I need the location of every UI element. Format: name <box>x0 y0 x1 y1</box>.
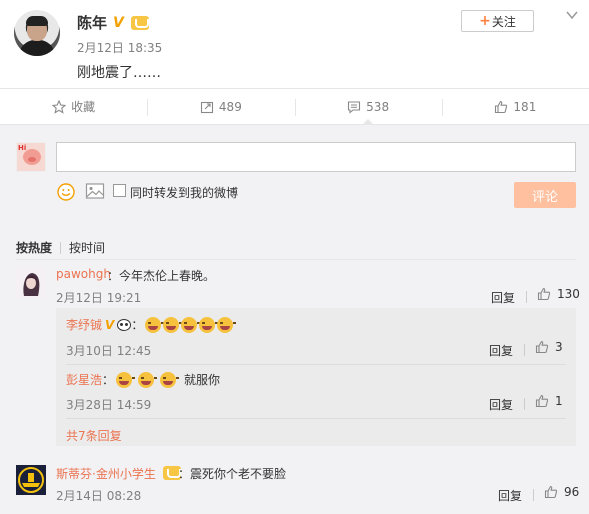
comment-time: 2月12日 19:21 <box>56 291 142 305</box>
laugh-emoji-icon <box>145 316 165 333</box>
post-text: 刚地震了…… <box>77 65 161 81</box>
comment-input[interactable] <box>56 142 576 172</box>
reply-like-button[interactable]: 3 <box>535 340 563 354</box>
more-replies-link[interactable]: 共7条回复 <box>66 427 122 444</box>
reply-line: 李纾铖 V ： <box>66 316 237 333</box>
sort-bar: 按热度 按时间 <box>16 239 105 256</box>
author-name[interactable]: 陈年 <box>77 12 107 33</box>
laugh-emoji-icon <box>163 316 183 333</box>
forward-icon <box>200 101 213 113</box>
commenter-name[interactable]: 斯蒂芬·金州小学生 <box>56 465 156 482</box>
laugh-emoji-icon <box>199 316 219 333</box>
forward-checkbox-label[interactable]: 同时转发到我的微博 <box>130 184 238 201</box>
favorite-button[interactable]: 收藏 <box>0 89 147 124</box>
sort-by-hot[interactable]: 按热度 <box>16 239 52 256</box>
forward-count: 489 <box>218 99 242 114</box>
reply-text: ： <box>131 318 144 332</box>
comment-button[interactable]: 538 <box>294 89 442 125</box>
comment-time: 2月14日 08:28 <box>56 489 142 503</box>
submit-comment-button[interactable]: 评论 <box>514 182 576 208</box>
thumb-up-icon <box>544 485 558 499</box>
laugh-emoji-icon <box>217 316 237 333</box>
divider <box>524 398 525 410</box>
sort-divider <box>60 241 62 254</box>
thumb-up-icon <box>537 287 551 301</box>
plus-icon: + <box>479 13 491 29</box>
forward-button[interactable]: 489 <box>147 89 294 124</box>
comment-text: ：震死你个老不要脸 <box>178 467 287 481</box>
post-header: 陈年 V 2月12日 18:35 刚地震了…… + 关注 <box>0 0 589 88</box>
follow-button[interactable]: + 关注 <box>461 10 534 32</box>
laugh-emoji-icon <box>138 371 158 388</box>
reply-button[interactable]: 回复 <box>489 342 513 359</box>
favorite-label: 收藏 <box>71 100 96 114</box>
laugh-emoji-icon <box>181 316 201 333</box>
thumb-up-icon <box>535 394 549 408</box>
reply-like-count: 3 <box>555 340 563 354</box>
comment-count: 538 <box>366 99 390 114</box>
star-icon <box>52 99 67 114</box>
comment-area: Hi 同时转发到我的微博 评论 按热度 按时间 pawohgh ：今年杰伦上春晚… <box>0 125 589 514</box>
verified-icon: V <box>113 14 124 31</box>
commenter-name[interactable]: pawohgh <box>56 267 111 281</box>
divider <box>66 418 566 419</box>
comment-like-button[interactable]: 130 <box>537 287 580 301</box>
sort-by-time[interactable]: 按时间 <box>69 239 105 256</box>
chevron-down-icon[interactable] <box>566 10 578 20</box>
comment-like-count: 130 <box>557 287 580 301</box>
divider <box>524 344 525 356</box>
divider <box>66 364 566 365</box>
forward-checkbox[interactable] <box>113 184 126 197</box>
divider <box>526 291 527 303</box>
reply-button[interactable]: 回复 <box>498 487 522 504</box>
action-bar: 收藏 489 538 181 <box>0 88 589 125</box>
replier-name[interactable]: 彭星浩 <box>66 371 102 388</box>
author-avatar[interactable] <box>14 10 60 56</box>
comment-text: ：今年杰伦上春晚。 <box>107 269 216 283</box>
author-line: 陈年 V <box>77 12 150 33</box>
reply-time: 3月10日 12:45 <box>66 344 152 358</box>
reply-button[interactable]: 回复 <box>489 396 513 413</box>
reply-text: 就服你 <box>184 373 221 387</box>
comment-like-count: 96 <box>564 485 580 499</box>
thumb-up-icon <box>495 100 508 113</box>
laugh-emoji-icon <box>160 371 180 388</box>
panda-icon <box>117 318 132 331</box>
commenter-avatar[interactable] <box>16 268 46 298</box>
post-time[interactable]: 2月12日 18:35 <box>77 39 162 56</box>
comment-like-button[interactable]: 96 <box>544 485 579 499</box>
divider <box>16 259 576 260</box>
follow-label: 关注 <box>491 14 516 29</box>
reply-like-button[interactable]: 1 <box>535 394 563 408</box>
replier-name[interactable]: 李纾铖 <box>66 316 102 333</box>
comment-icon <box>348 100 361 114</box>
reply-like-count: 1 <box>555 394 563 408</box>
divider <box>533 489 534 501</box>
thumb-up-icon <box>535 340 549 354</box>
emoji-icon[interactable] <box>56 182 76 202</box>
laugh-emoji-icon <box>116 371 136 388</box>
commenter-avatar[interactable] <box>16 465 46 495</box>
verified-icon: V <box>105 317 115 332</box>
reply-time: 3月28日 14:59 <box>66 398 152 412</box>
reply-thread: 李纾铖 V ： 3月10日 12:45 回复 3 彭星浩 ： 就服你 3月28日… <box>56 308 576 446</box>
like-button[interactable]: 181 <box>441 89 589 124</box>
my-avatar: Hi <box>16 142 46 172</box>
like-count: 181 <box>513 99 537 114</box>
member-crown-icon <box>131 15 150 30</box>
reply-text: ： <box>102 373 115 387</box>
image-icon[interactable] <box>85 182 105 200</box>
reply-line: 彭星浩 ： 就服你 <box>66 371 220 388</box>
reply-button[interactable]: 回复 <box>491 289 515 306</box>
